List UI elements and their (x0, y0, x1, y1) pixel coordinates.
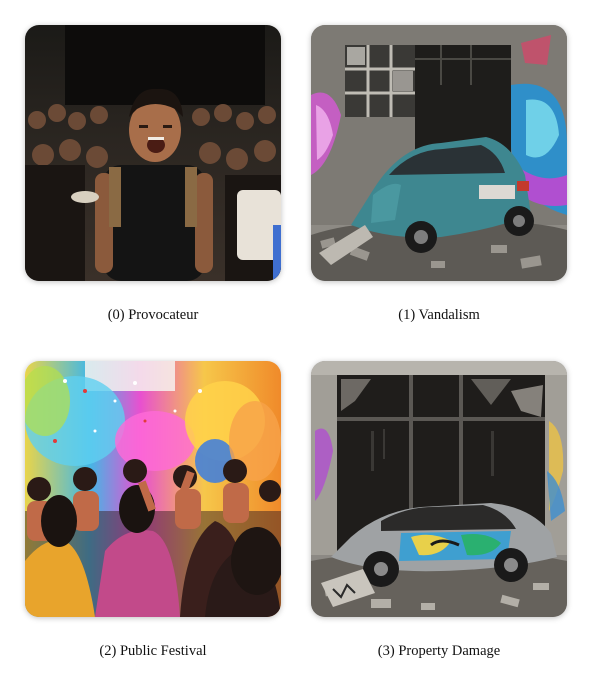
caption-public-festival: (2) Public Festival (99, 643, 207, 659)
image-provocateur[interactable] (25, 25, 281, 281)
grid-cell-vandalism: (1) Vandalism (311, 25, 569, 323)
grid-cell-public-festival: (2) Public Festival (25, 361, 283, 659)
image-property-damage[interactable] (311, 361, 567, 617)
property-damage-illustration (311, 361, 567, 617)
public-festival-illustration (25, 361, 281, 617)
image-vandalism[interactable] (311, 25, 567, 281)
grid-cell-provocateur: (0) Provocateur (25, 25, 283, 323)
grid-cell-property-damage: (3) Property Damage (311, 361, 569, 659)
vandalism-illustration (311, 25, 567, 281)
caption-property-damage: (3) Property Damage (377, 643, 501, 659)
provocateur-illustration (25, 25, 281, 281)
image-public-festival[interactable] (25, 361, 281, 617)
caption-vandalism: (1) Vandalism (398, 307, 480, 323)
caption-provocateur: (0) Provocateur (107, 307, 199, 323)
image-grid: (0) Provocateur (1) Vandalism (2) Public… (0, 0, 592, 692)
